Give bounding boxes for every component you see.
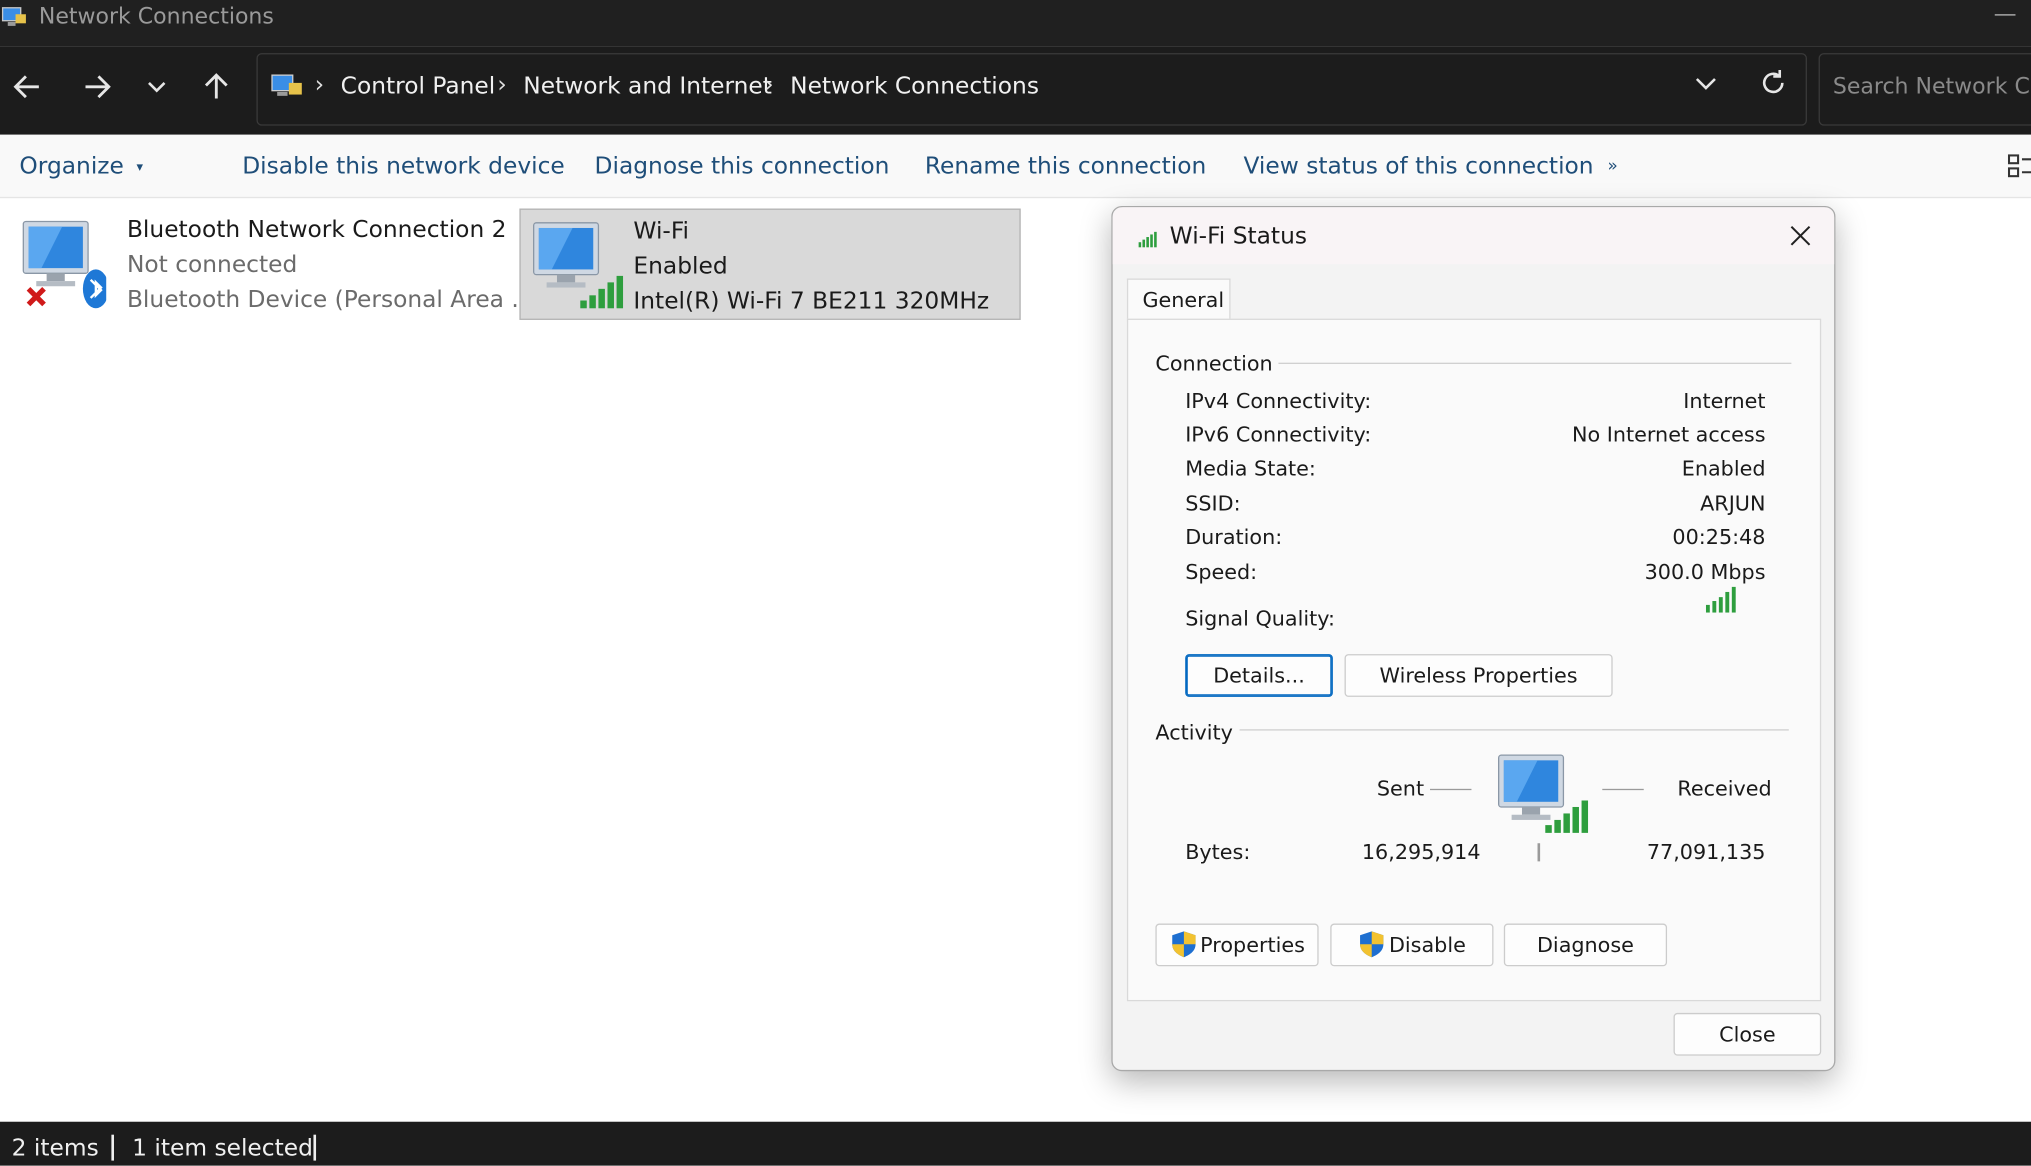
window-title: Network Connections [38,3,274,30]
organize-label: Organize [19,152,124,181]
back-arrow-icon[interactable] [8,70,47,109]
media-state-value: Enabled [1681,455,1766,481]
wifi-adapter-icon [533,222,624,309]
window-title-bar: Network Connections [0,0,2031,47]
rename-connection-button[interactable]: Rename this connection [925,153,1206,180]
organize-menu-button[interactable]: Organize ▾ [19,153,143,180]
media-state-label: Media State: [1185,455,1316,481]
breadcrumb-network-and-internet[interactable]: Network and Internet [523,73,772,100]
address-dropdown-chevron-icon[interactable] [1690,67,1721,98]
properties-label: Properties [1200,932,1305,958]
duration-value: 00:25:48 [1672,524,1766,550]
breadcrumb-control-panel[interactable]: Control Panel [341,73,496,100]
diagnose-connection-button[interactable]: Diagnose this connection [595,153,890,180]
ipv6-value: No Internet access [1572,422,1766,447]
refresh-icon[interactable] [1758,67,1789,98]
tab-label: General [1142,287,1225,313]
ssid-label: SSID: [1185,490,1241,516]
connection-name: Wi-Fi [633,217,690,245]
speed-label: Speed: [1185,559,1258,585]
properties-button[interactable]: Properties [1155,923,1319,967]
breadcrumb-separator: › [314,71,325,99]
status-divider [111,1134,114,1161]
signal-quality-label: Signal Quality: [1185,606,1335,631]
sent-line [1430,788,1472,791]
group-divider [1239,729,1789,731]
dialog-title-bar: Wi-Fi Status [1112,207,1835,265]
tab-general[interactable]: General [1126,278,1231,322]
group-divider [1278,362,1792,364]
bytes-received-value: 77,091,135 [1646,839,1766,864]
connection-group-heading: Connection [1155,351,1273,376]
sent-label: Sent [1376,775,1425,801]
wireless-properties-button[interactable]: Wireless Properties [1344,654,1613,697]
command-bar: Organize ▾ Disable this network device D… [0,134,2031,199]
ipv4-value: Internet [1683,388,1766,414]
navigation-bar: › Control Panel › Network and Internet ›… [0,46,2031,135]
disable-label: Disable [1388,932,1466,958]
duration-label: Duration: [1185,524,1283,550]
disable-device-button[interactable]: Disable this network device [242,153,565,180]
item-count: 2 items [11,1134,99,1162]
received-line [1602,788,1644,791]
signal-icon [1138,231,1157,248]
bytes-sent-value: 16,295,914 [1361,839,1481,864]
close-button[interactable]: Close [1673,1012,1822,1056]
signal-quality-bars-icon [1705,586,1736,613]
activity-group-heading: Activity [1155,720,1233,745]
breadcrumb-separator: › [497,71,507,99]
status-divider [313,1134,317,1161]
uac-shield-icon [1360,931,1384,958]
forward-arrow-icon[interactable] [78,70,117,109]
status-bar: 2 items 1 item selected [0,1121,2031,1166]
connection-item-wifi[interactable]: Wi-Fi Enabled Intel(R) Wi-Fi 7 BE211 320… [519,208,1021,320]
recent-locations-chevron-icon[interactable] [137,70,176,109]
breadcrumb-separator: › [764,71,774,99]
close-icon[interactable] [1785,220,1816,251]
wifi-status-dialog: Wi-Fi Status General Connection IPv4 Con… [1111,205,1836,1072]
connection-name: Bluetooth Network Connection 2 [126,216,507,244]
search-box[interactable] [1818,53,2031,126]
view-status-button[interactable]: View status of this connection [1243,153,1593,180]
connection-device: Bluetooth Device (Personal Area ... [126,286,534,314]
organize-dropdown-icon: ▾ [136,159,144,175]
connection-status: Not connected [126,251,298,279]
details-button[interactable]: Details... [1185,654,1333,697]
control-panel-icon [271,74,302,96]
ipv6-label: IPv6 Connectivity: [1185,422,1372,447]
bytes-label: Bytes: [1185,839,1251,864]
minimize-button[interactable] [1994,3,2018,21]
general-panel: Connection IPv4 Connectivity: Internet I… [1126,318,1822,1002]
up-arrow-icon[interactable] [197,70,236,109]
connection-item-bluetooth[interactable]: Bluetooth Network Connection 2 Not conne… [3,209,534,318]
received-label: Received [1677,775,1772,801]
address-bar[interactable]: › Control Panel › Network and Internet ›… [256,53,1807,126]
uac-shield-icon [1171,931,1195,958]
layout-options-icon[interactable] [2007,153,2031,179]
activity-computer-icon [1498,754,1589,862]
ipv4-label: IPv4 Connectivity: [1185,388,1372,414]
selection-count: 1 item selected [132,1134,313,1162]
ssid-value: ARJUN [1700,490,1766,516]
more-commands-button[interactable]: » [1607,157,1617,176]
breadcrumb-network-connections[interactable]: Network Connections [790,73,1039,100]
diagnose-button[interactable]: Diagnose [1503,923,1668,967]
search-input[interactable] [1830,72,2031,102]
dialog-title: Wi-Fi Status [1169,222,1307,250]
connection-device: Intel(R) Wi-Fi 7 BE211 320MHz [633,287,990,315]
disable-button[interactable]: Disable [1330,923,1494,967]
connection-status: Enabled [633,252,728,280]
bluetooth-network-adapter-icon [22,220,107,309]
network-connections-icon [1,7,26,26]
speed-value: 300.0 Mbps [1644,559,1766,585]
